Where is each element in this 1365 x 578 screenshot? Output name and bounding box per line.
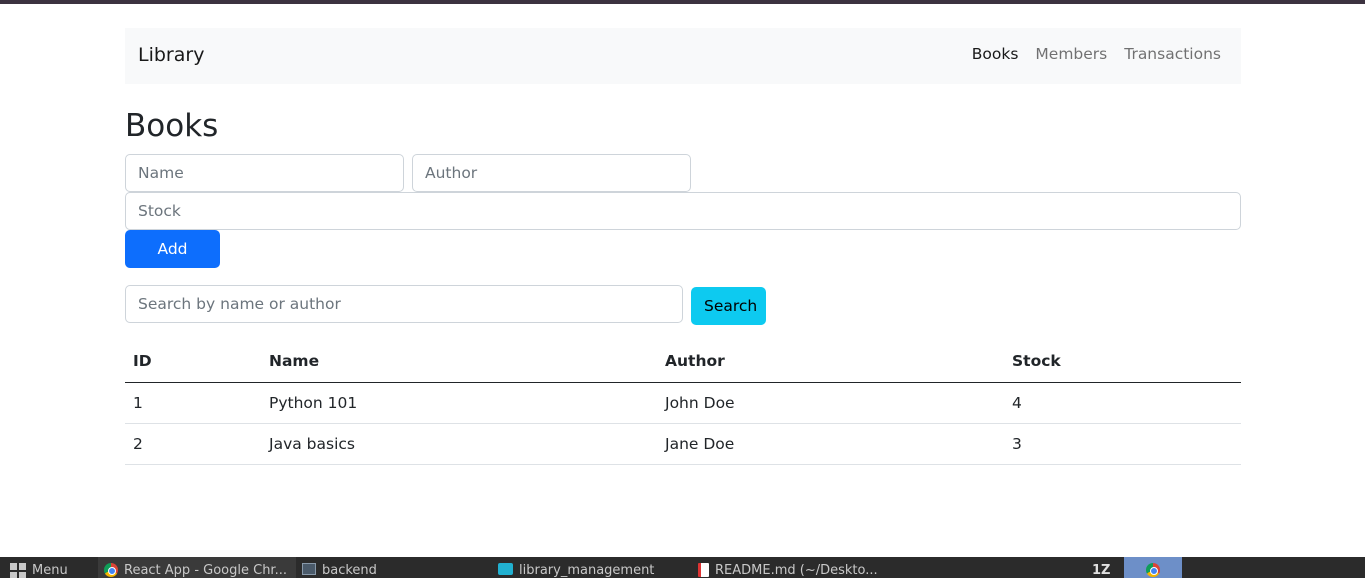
os-taskbar: Menu React App - Google Chr... backend l…: [0, 557, 1365, 578]
navbar-brand[interactable]: Library: [138, 44, 204, 66]
folder-icon: [498, 563, 513, 575]
taskbar-window-editor[interactable]: README.md (~/Deskto...: [698, 557, 898, 578]
app-grid-icon: [10, 563, 26, 578]
taskbar-window-label: library_management: [519, 563, 655, 578]
cell-id: 2: [125, 423, 261, 465]
cell-author: Jane Doe: [657, 423, 1004, 465]
column-header-name: Name: [261, 341, 657, 383]
document-icon: [698, 563, 709, 577]
add-book-button[interactable]: Add Book: [125, 230, 220, 296]
chrome-icon: [1146, 563, 1160, 577]
cell-author: John Doe: [657, 382, 1004, 424]
table-row: 2 Java basics Jane Doe 3: [125, 423, 1241, 465]
search-input[interactable]: [125, 285, 683, 323]
column-header-stock: Stock: [1004, 341, 1241, 383]
cell-stock: 4: [1004, 382, 1241, 424]
taskbar-window-chrome[interactable]: React App - Google Chr...: [98, 557, 296, 578]
taskbar-menu-label: Menu: [32, 563, 68, 578]
book-author-input[interactable]: [412, 154, 691, 192]
cell-name: Java basics: [261, 423, 657, 465]
table-row: 1 Python 101 John Doe 4: [125, 382, 1241, 424]
column-header-author: Author: [657, 341, 1004, 383]
cell-id: 1: [125, 382, 261, 424]
window-top-strip: [0, 0, 1365, 4]
taskbar-window-label: backend: [322, 563, 377, 578]
filezilla-icon: 1Z: [1092, 563, 1111, 578]
taskbar-window-label: README.md (~/Deskto...: [715, 563, 878, 578]
chrome-icon: [104, 563, 118, 577]
nav-links: Books Members Transactions: [972, 45, 1221, 63]
books-table: ID Name Author Stock 1 Python 101 John D…: [125, 341, 1241, 465]
search-button[interactable]: Search: [691, 287, 766, 325]
navbar: Library Books Members Transactions: [125, 28, 1241, 84]
terminal-icon: [302, 563, 316, 575]
nav-link-transactions[interactable]: Transactions: [1124, 45, 1221, 63]
tray-chrome[interactable]: [1124, 557, 1182, 578]
taskbar-menu-button[interactable]: Menu: [10, 557, 90, 578]
book-name-input[interactable]: [125, 154, 404, 192]
page-title: Books: [125, 108, 219, 144]
taskbar-window-files[interactable]: library_management: [498, 557, 678, 578]
tray-filezilla[interactable]: 1Z: [1092, 557, 1118, 578]
taskbar-window-label: React App - Google Chr...: [124, 563, 287, 578]
table-header-row: ID Name Author Stock: [125, 341, 1241, 383]
nav-link-members[interactable]: Members: [1035, 45, 1107, 63]
taskbar-window-terminal[interactable]: backend: [302, 557, 422, 578]
cell-stock: 3: [1004, 423, 1241, 465]
cell-name: Python 101: [261, 382, 657, 424]
column-header-id: ID: [125, 341, 261, 383]
nav-link-books[interactable]: Books: [972, 45, 1019, 63]
book-stock-input[interactable]: [125, 192, 1241, 230]
